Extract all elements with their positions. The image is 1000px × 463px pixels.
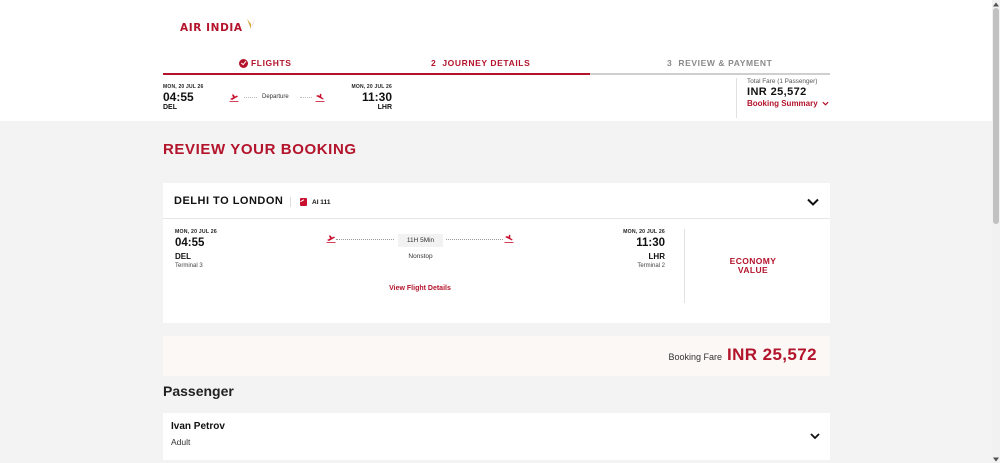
step-flights[interactable]: Flights <box>239 58 292 68</box>
departure-airport-code: DEL <box>163 104 177 111</box>
departure-terminal: Terminal 3 <box>175 263 203 269</box>
arrival-airport-code: LHR <box>377 104 392 111</box>
plane-landing-icon <box>315 93 325 102</box>
flight-number-tag: AI 111 <box>290 197 330 207</box>
departure-time: 04:55 <box>175 237 205 249</box>
passenger-section-title: Passenger <box>163 383 234 399</box>
passenger-type: Adult <box>171 437 191 447</box>
view-flight-details-link[interactable]: View Flight Details <box>363 285 477 292</box>
arrival-airport-code: LHR <box>648 252 665 261</box>
step-number: 2 <box>431 58 437 68</box>
flight-card-header[interactable]: Delhi to London AI 111 <box>163 183 830 219</box>
path-dots <box>244 97 257 98</box>
plane-takeoff-icon <box>326 235 336 243</box>
step-review-payment[interactable]: 3 Review & Payment <box>667 58 772 68</box>
passenger-card[interactable]: Ivan Petrov Adult <box>163 413 830 460</box>
flight-duration: 11H 5Min <box>398 234 443 247</box>
booking-fare-amount: INR 25,572 <box>727 345 817 364</box>
fare-class-label: Economy Value <box>719 257 787 274</box>
flight-card: Delhi to London AI 111 MON, 20 JUL 26 04… <box>163 183 830 323</box>
arrival-time: 11:30 <box>361 90 392 104</box>
passenger-name: Ivan Petrov <box>171 421 225 432</box>
summary-departure: MON, 20 JUL 26 04:55 DEL <box>163 84 204 111</box>
segment-arrival: MON, 20 JUL 26 11:30 LHR Terminal 2 <box>583 229 665 269</box>
scrollbar-thumb[interactable] <box>993 8 999 224</box>
chevron-down-icon[interactable] <box>806 197 820 207</box>
triangle-down-icon <box>993 457 999 461</box>
departure-date: MON, 20 JUL 26 <box>175 229 217 235</box>
step-progress-fill <box>163 73 590 75</box>
booking-steps: Flights 2 Journey Details 3 Review & Pay… <box>163 58 830 74</box>
booking-fare-label: Booking Fare <box>668 352 722 362</box>
path-dots <box>336 239 394 240</box>
summary-flight-path: Departure <box>229 93 325 103</box>
total-fare-label: Total Fare (1 Passenger) <box>747 78 818 85</box>
step-number: 3 <box>667 58 673 68</box>
departure-airport-code: DEL <box>175 252 191 261</box>
logo-wheel-icon <box>246 18 257 29</box>
fare-class-line: Value <box>737 264 769 275</box>
step-label: Flights <box>251 58 292 68</box>
flight-number: AI 111 <box>312 198 331 206</box>
summary-arrival: MON, 20 JUL 26 11:30 LHR <box>350 84 392 111</box>
plane-landing-icon <box>504 234 514 243</box>
scroll-down-arrow[interactable] <box>992 455 1000 463</box>
page-title: Review Your Booking <box>163 141 357 158</box>
triangle-up-icon <box>993 2 999 6</box>
arrival-time: 11:30 <box>636 237 665 249</box>
path-dots <box>300 97 312 98</box>
total-fare-amount: INR 25,572 <box>747 86 807 98</box>
card-divider <box>684 229 685 303</box>
booking-review-page: AIR INDIA Flights 2 Journey Details 3 Re… <box>0 0 992 463</box>
departure-time: 04:55 <box>163 90 194 104</box>
step-progress-track <box>163 73 830 75</box>
booking-fare-content: Booking Fare INR 25,572 <box>668 345 817 365</box>
stops-label: Nonstop <box>408 253 433 260</box>
step-journey-details[interactable]: 2 Journey Details <box>431 58 530 68</box>
booking-summary-label: Booking Summary <box>747 99 818 108</box>
air-india-logo[interactable]: AIR INDIA <box>180 16 258 34</box>
vertical-scrollbar[interactable] <box>992 0 1000 463</box>
route-title: Delhi to London <box>174 195 284 207</box>
arrival-terminal: Terminal 2 <box>637 263 665 269</box>
path-label: Departure <box>262 94 289 100</box>
scroll-up-arrow[interactable] <box>992 0 1000 8</box>
booking-summary-toggle[interactable]: Booking Summary <box>747 99 836 108</box>
air-india-tail-icon <box>300 198 307 206</box>
chevron-down-icon[interactable] <box>809 431 821 441</box>
logo-wordmark: AIR INDIA <box>180 22 243 34</box>
header: AIR INDIA Flights 2 Journey Details 3 Re… <box>0 0 992 121</box>
chevron-down-icon <box>822 101 829 106</box>
arrival-date: MON, 20 JUL 26 <box>623 229 665 235</box>
step-label: Journey Details <box>442 58 531 68</box>
total-fare-panel: Total Fare (1 Passenger) INR 25,572 Book… <box>736 78 836 118</box>
path-dots <box>446 239 503 240</box>
check-circle-icon <box>239 58 248 68</box>
plane-takeoff-icon <box>229 94 239 102</box>
booking-fare-banner: Booking Fare INR 25,572 <box>163 336 830 376</box>
segment-departure: MON, 20 JUL 26 04:55 DEL Terminal 3 <box>175 229 217 269</box>
step-label: Review & Payment <box>678 58 773 68</box>
